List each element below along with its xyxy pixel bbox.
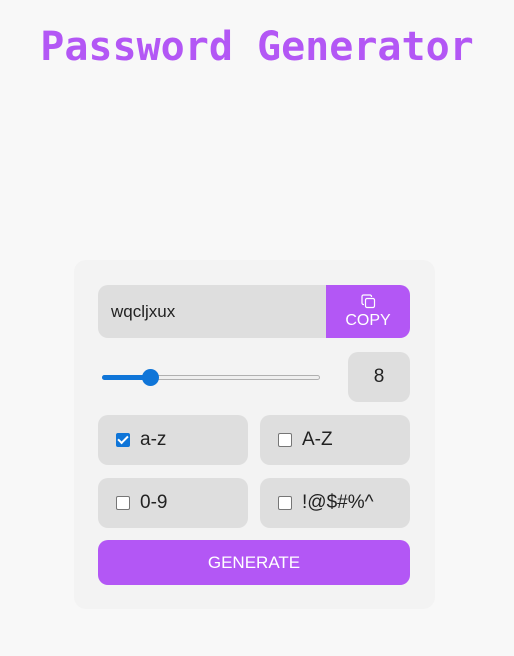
option-lowercase[interactable]: a-z	[98, 415, 248, 465]
generate-button[interactable]: GENERATE	[98, 540, 410, 585]
option-label: !@$#%^	[302, 492, 374, 513]
option-label: A-Z	[302, 429, 333, 450]
option-label: 0-9	[140, 492, 168, 513]
slider-thumb[interactable]	[142, 369, 159, 386]
page-title: Password Generator	[40, 24, 474, 70]
option-numbers[interactable]: 0-9	[98, 478, 248, 528]
uppercase-checkbox[interactable]	[278, 433, 292, 447]
numbers-checkbox[interactable]	[116, 496, 130, 510]
lowercase-checkbox[interactable]	[116, 433, 130, 447]
option-label: a-z	[140, 429, 167, 450]
copy-button[interactable]: COPY	[326, 285, 410, 338]
symbols-checkbox[interactable]	[278, 496, 292, 510]
option-uppercase[interactable]: A-Z	[260, 415, 410, 465]
copy-icon	[360, 293, 375, 308]
password-row: wqcljxux COPY	[98, 285, 410, 338]
length-value[interactable]: 8	[348, 352, 410, 402]
length-row: 8	[98, 352, 410, 402]
option-symbols[interactable]: !@$#%^	[260, 478, 410, 528]
generator-card: wqcljxux COPY 8 a-z A-Z 0-9 !@$#%^ GENER…	[74, 260, 435, 609]
password-output[interactable]: wqcljxux	[98, 285, 326, 338]
copy-label: COPY	[345, 311, 391, 329]
length-slider[interactable]	[102, 369, 320, 386]
